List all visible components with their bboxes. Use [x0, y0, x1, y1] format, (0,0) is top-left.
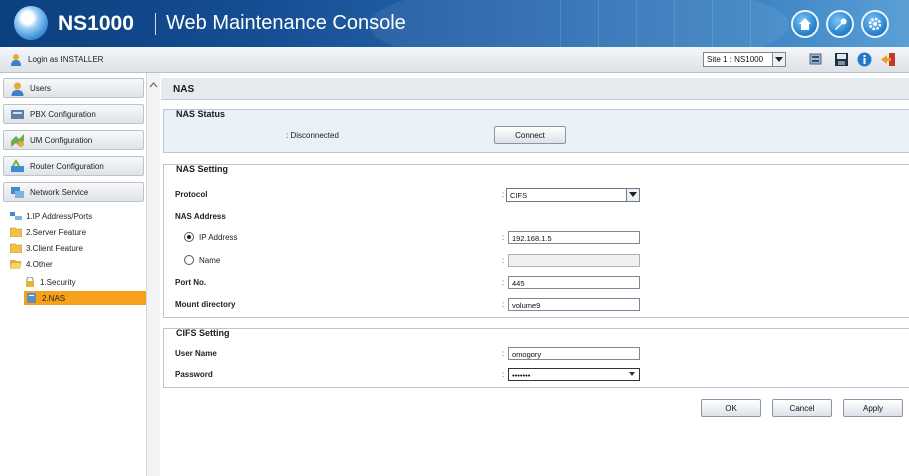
- nav-users-label: Users: [30, 83, 51, 93]
- cifs-setting-section: CIFS Setting User Name : omogory Passwor…: [163, 328, 909, 388]
- ok-button[interactable]: OK: [701, 399, 761, 417]
- ip-address-label: IP Address: [199, 233, 238, 242]
- tree-item-other[interactable]: 4.Other: [10, 257, 53, 271]
- header-separator: [155, 13, 156, 35]
- mount-directory-label: Mount directory: [175, 300, 236, 309]
- login-status-text: Login as INSTALLER: [28, 55, 104, 64]
- colon-separator: :: [502, 256, 505, 265]
- mount-directory-input[interactable]: volume9: [508, 298, 640, 311]
- colon-separator: :: [502, 278, 505, 287]
- app-header: NS1000 Web Maintenance Console: [0, 0, 909, 47]
- caret-down-icon: [629, 372, 635, 376]
- nas-connection-status: : Disconnected: [286, 131, 339, 140]
- system-monitor-icon[interactable]: [808, 51, 825, 68]
- tree-item-ip-address-ports[interactable]: 1.IP Address/Ports: [10, 209, 92, 223]
- top-toolbar: Login as INSTALLER Site 1 : NS1000: [0, 47, 909, 73]
- connect-button[interactable]: Connect: [494, 126, 566, 144]
- protocol-select-value: CIFS: [510, 191, 528, 200]
- nas-icon: [27, 293, 36, 303]
- nav-pbx-configuration-button[interactable]: PBX Configuration: [3, 104, 144, 124]
- apply-button[interactable]: Apply: [843, 399, 903, 417]
- port-label: Port No.: [175, 278, 207, 287]
- user-login-icon: [11, 54, 21, 66]
- nav-network-service-button[interactable]: Network Service: [3, 182, 144, 202]
- folder-icon: [10, 227, 22, 237]
- brand-name: NS1000: [58, 12, 134, 35]
- site-select-value: Site 1 : NS1000: [707, 55, 764, 64]
- header-grid-decoration: [560, 0, 780, 47]
- tree-label: 4.Other: [26, 259, 53, 269]
- nav-um-label: UM Configuration: [30, 135, 93, 145]
- name-label: Name: [199, 256, 221, 265]
- nav-um-configuration-button[interactable]: UM Configuration: [3, 130, 144, 150]
- chevron-down-icon: [626, 189, 639, 201]
- nas-status-legend: NAS Status: [176, 109, 226, 119]
- sidebar-scrollbar[interactable]: [146, 73, 160, 476]
- site-select[interactable]: Site 1 : NS1000: [703, 52, 786, 67]
- folder-icon: [10, 243, 22, 253]
- router-icon: [11, 158, 24, 172]
- name-radio[interactable]: [184, 255, 194, 265]
- cancel-button[interactable]: Cancel: [772, 399, 832, 417]
- chevron-up-icon[interactable]: [149, 81, 158, 90]
- users-icon: [11, 82, 24, 96]
- tree-item-client-feature[interactable]: 3.Client Feature: [10, 241, 83, 255]
- nav-router-configuration-button[interactable]: Router Configuration: [3, 156, 144, 176]
- gear-icon: [868, 17, 882, 31]
- tree-label: 2.NAS: [42, 293, 66, 303]
- nas-setting-section: NAS Setting Protocol : CIFS NAS Address …: [163, 164, 909, 318]
- nas-address-label: NAS Address: [175, 212, 226, 221]
- tree-label: 2.Server Feature: [26, 227, 87, 237]
- nav-users-button[interactable]: Users: [3, 78, 144, 98]
- ip-address-input[interactable]: 192.168.1.5: [508, 231, 640, 244]
- nav-pbx-label: PBX Configuration: [30, 109, 96, 119]
- password-input[interactable]: •••••••: [508, 368, 640, 381]
- colon-separator: :: [502, 349, 505, 358]
- chevron-down-icon: [772, 53, 785, 66]
- colon-separator: :: [502, 300, 505, 309]
- ip-address-radio[interactable]: [184, 232, 194, 242]
- tree-item-security[interactable]: 1.Security: [24, 275, 76, 289]
- info-icon[interactable]: [856, 51, 873, 68]
- home-button[interactable]: [791, 10, 819, 38]
- nav-network-label: Network Service: [30, 187, 89, 197]
- wrench-icon: [835, 18, 847, 30]
- colon-separator: :: [502, 370, 505, 379]
- home-icon: [799, 18, 811, 30]
- name-input[interactable]: [508, 254, 640, 267]
- lock-icon: [26, 277, 34, 287]
- cifs-setting-legend: CIFS Setting: [176, 328, 230, 338]
- tree-item-nas[interactable]: 2.NAS: [24, 291, 146, 305]
- logout-icon[interactable]: [880, 51, 897, 68]
- tree-item-server-feature[interactable]: 2.Server Feature: [10, 225, 86, 239]
- nas-status-section: NAS Status : Disconnected Connect: [163, 109, 909, 153]
- network-icon: [11, 186, 24, 198]
- password-masked-value: •••••••: [512, 371, 531, 380]
- settings-button[interactable]: [861, 10, 889, 38]
- network-ports-icon: [10, 212, 22, 220]
- tree-label: 1.IP Address/Ports: [26, 211, 93, 221]
- pbx-icon: [11, 109, 24, 119]
- tools-button[interactable]: [826, 10, 854, 38]
- main-panel: NAS NAS Status : Disconnected Connect NA…: [161, 73, 909, 476]
- user-name-label: User Name: [175, 349, 217, 358]
- nav-router-label: Router Configuration: [30, 161, 104, 171]
- nas-setting-legend: NAS Setting: [176, 164, 229, 174]
- tree-label: 3.Client Feature: [26, 243, 83, 253]
- colon-separator: :: [502, 233, 505, 242]
- um-icon: [11, 133, 24, 147]
- port-input[interactable]: 445: [508, 276, 640, 289]
- app-title: Web Maintenance Console: [166, 12, 406, 34]
- tree-label: 1.Security: [40, 277, 76, 287]
- colon-separator: :: [502, 190, 505, 199]
- save-icon[interactable]: [833, 51, 850, 68]
- user-name-input[interactable]: omogory: [508, 347, 640, 360]
- folder-open-icon: [10, 260, 22, 269]
- sidebar: Users PBX Configuration UM Configuration…: [0, 73, 160, 476]
- protocol-label: Protocol: [175, 190, 208, 199]
- globe-logo-icon: [14, 6, 48, 40]
- password-label: Password: [175, 370, 213, 379]
- protocol-select[interactable]: CIFS: [506, 188, 640, 202]
- page-title: NAS: [161, 78, 909, 100]
